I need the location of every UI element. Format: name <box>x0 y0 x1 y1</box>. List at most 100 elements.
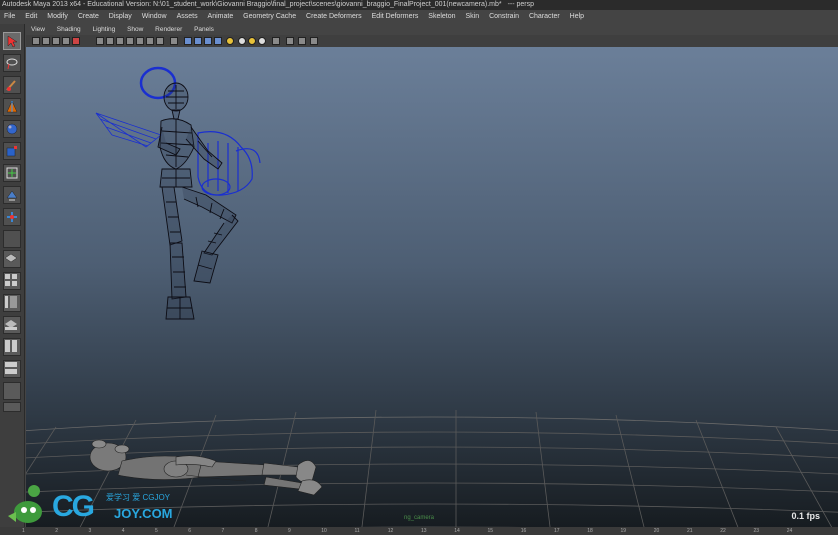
anti-aliasing-icon[interactable] <box>258 37 266 45</box>
menu-skin[interactable]: Skin <box>461 10 483 24</box>
menu-assets[interactable]: Assets <box>173 10 202 24</box>
hypershade-layout-icon[interactable] <box>3 360 21 378</box>
menu-display[interactable]: Display <box>105 10 136 24</box>
shaded-wire-icon[interactable] <box>194 37 202 45</box>
menu-animate[interactable]: Animate <box>204 10 238 24</box>
menu-modify[interactable]: Modify <box>43 10 72 24</box>
two-d-pan-icon[interactable] <box>62 37 70 45</box>
panel-menu-renderer[interactable]: Renderer <box>150 24 187 35</box>
menu-window[interactable]: Window <box>138 10 171 24</box>
menu-geometry-cache[interactable]: Geometry Cache <box>239 10 300 24</box>
xray-joints-icon[interactable] <box>298 37 306 45</box>
toolbox <box>0 24 25 535</box>
gate-mask-icon[interactable] <box>126 37 134 45</box>
field-chart-icon[interactable] <box>136 37 144 45</box>
timeline-tick-label: 20 <box>653 528 660 534</box>
safe-title-icon[interactable] <box>156 37 164 45</box>
menu-file[interactable]: File <box>0 10 19 24</box>
select-tool-icon[interactable] <box>3 32 21 50</box>
title-bar: Autodesk Maya 2013 x64 - Educational Ver… <box>0 0 838 10</box>
menu-create-deformers[interactable]: Create Deformers <box>302 10 366 24</box>
scale-tool-icon[interactable] <box>3 142 21 160</box>
menu-skeleton[interactable]: Skeleton <box>424 10 459 24</box>
panel-menu-shading[interactable]: Shading <box>52 24 86 35</box>
move-tool-icon[interactable] <box>3 98 21 116</box>
outliner-layout-icon[interactable] <box>3 294 21 312</box>
lasso-tool-icon[interactable] <box>3 54 21 72</box>
timeline-tick-label: 1 <box>22 528 25 534</box>
timeline-tick-label: 22 <box>720 528 726 534</box>
film-gate-icon[interactable] <box>106 37 114 45</box>
timeline-tick-label: 12 <box>387 528 394 534</box>
timeline-tick-label: 21 <box>687 528 693 534</box>
maya-window: Autodesk Maya 2013 x64 - Educational Ver… <box>0 0 838 535</box>
mascot-icon <box>8 485 42 523</box>
timeline-tick-label: 3 <box>88 528 92 534</box>
paint-select-icon[interactable] <box>3 76 21 94</box>
menu-create[interactable]: Create <box>74 10 103 24</box>
panel-menu-lighting[interactable]: Lighting <box>87 24 120 35</box>
graph-layout-icon[interactable] <box>3 382 21 400</box>
window-title: Autodesk Maya 2013 x64 - Educational Ver… <box>2 1 502 8</box>
menu-edit-deformers[interactable]: Edit Deformers <box>368 10 423 24</box>
last-tool-icon[interactable] <box>3 230 21 248</box>
timeline-tick-label: 8 <box>254 528 258 534</box>
grease-pencil-icon[interactable] <box>72 37 80 45</box>
isolate-select-icon[interactable] <box>272 37 280 45</box>
timeline-tick-label: 24 <box>786 528 793 534</box>
use-lights-icon[interactable] <box>214 37 222 45</box>
watermark-cg-text: CG <box>52 490 95 523</box>
camera-attributes-icon[interactable] <box>32 37 40 45</box>
timeline-tick-label: 11 <box>354 528 360 534</box>
panel-name: --- persp <box>507 1 535 8</box>
time-slider[interactable]: 1 2 3 4 5 6 7 8 9 10 11 12 13 14 15 16 17 18 19 20 21 22 23 24 <box>0 527 838 535</box>
show-manipulator-icon[interactable] <box>3 208 21 226</box>
angel-wireframe <box>157 82 239 320</box>
timeline-tick-label: 15 <box>487 528 494 534</box>
grid-icon[interactable] <box>96 37 104 45</box>
xray-icon[interactable] <box>286 37 294 45</box>
two-pane-icon[interactable] <box>3 338 21 356</box>
bookmark-icon[interactable] <box>42 37 50 45</box>
safe-action-icon[interactable] <box>146 37 154 45</box>
panel-menu-view[interactable]: View <box>26 24 50 35</box>
four-pane-icon[interactable] <box>3 272 21 290</box>
watermark-tagline: 爱学习 爱 CGJOY <box>106 493 171 502</box>
timeline-tick-label: 17 <box>554 528 560 534</box>
fps-counter: 0.1 fps <box>791 511 820 521</box>
watermark-logo: CG 爱学习 爱 CGJOY JOY.COM <box>2 482 202 526</box>
panel-menu-show[interactable]: Show <box>122 24 148 35</box>
rotate-tool-icon[interactable] <box>3 120 21 138</box>
perspective-viewport[interactable]: ng_camera 0.1 fps <box>26 47 838 535</box>
resolution-gate-icon[interactable] <box>116 37 124 45</box>
timeline-tick-label: 9 <box>288 528 291 534</box>
motion-blur-icon[interactable] <box>248 37 256 45</box>
timeline-tick-label: 19 <box>620 528 627 534</box>
menu-help[interactable]: Help <box>566 10 588 24</box>
timeline-tick-label: 6 <box>188 528 192 534</box>
panel-menu-bar: View Shading Lighting Show Renderer Pane… <box>26 24 838 35</box>
wireframe-icon[interactable] <box>170 37 178 45</box>
menu-character[interactable]: Character <box>525 10 564 24</box>
viewport-scene <box>26 66 838 535</box>
more-icon[interactable] <box>3 402 21 412</box>
shadows-icon[interactable] <box>226 37 234 45</box>
timeline-tick-label: 14 <box>454 528 460 534</box>
soft-mod-icon[interactable] <box>3 186 21 204</box>
timeline-tick-label: 7 <box>221 528 225 534</box>
wing-wireframe <box>95 112 162 148</box>
textured-icon[interactable] <box>204 37 212 45</box>
image-plane-icon[interactable] <box>52 37 60 45</box>
single-pane-icon[interactable] <box>3 250 21 268</box>
harp-wireframe <box>197 131 261 196</box>
timeline-tick-label: 18 <box>587 528 593 534</box>
screen-ao-icon[interactable] <box>238 37 246 45</box>
persp-layout-icon[interactable] <box>3 316 21 334</box>
backface-culling-icon[interactable] <box>310 37 318 45</box>
menu-constrain[interactable]: Constrain <box>485 10 523 24</box>
manipulator-icon[interactable] <box>3 164 21 182</box>
panel-menu-panels[interactable]: Panels <box>189 24 219 35</box>
timeline-tick-label: 10 <box>321 528 327 534</box>
smooth-shade-icon[interactable] <box>184 37 192 45</box>
menu-edit[interactable]: Edit <box>21 10 41 24</box>
